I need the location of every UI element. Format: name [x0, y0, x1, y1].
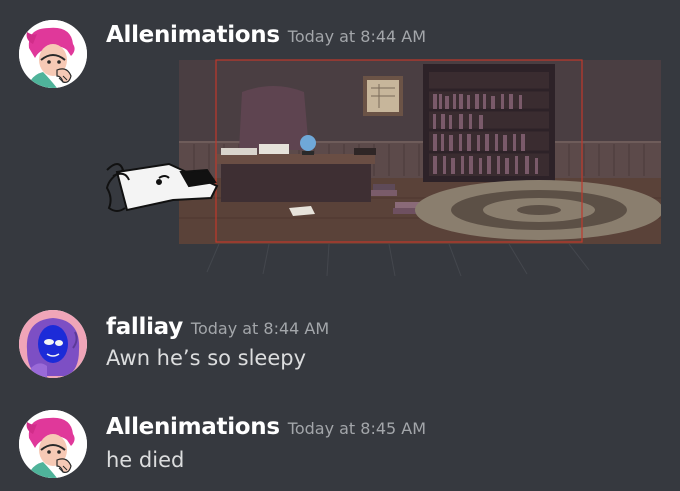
message-header: Allenimations Today at 8:45 AM: [106, 414, 426, 440]
username[interactable]: Allenimations: [106, 414, 280, 440]
user-avatar[interactable]: [19, 20, 87, 88]
username[interactable]: falliay: [106, 314, 183, 340]
message-text: Awn he’s so sleepy: [106, 346, 307, 370]
message-text: he died: [106, 448, 185, 472]
image-attachment[interactable]: [99, 58, 661, 276]
message-header: falliay Today at 8:44 AM: [106, 314, 329, 340]
pink-hair-character-avatar-icon: [19, 410, 87, 478]
username[interactable]: Allenimations: [106, 22, 280, 48]
pink-hair-character-avatar-icon: [19, 20, 87, 88]
blue-face-character-avatar-icon: [19, 310, 87, 378]
timestamp: Today at 8:44 AM: [287, 27, 427, 46]
user-avatar[interactable]: [19, 310, 87, 378]
timestamp: Today at 8:44 AM: [190, 319, 330, 338]
timestamp: Today at 8:45 AM: [287, 419, 427, 438]
message-header: Allenimations Today at 8:44 AM: [106, 22, 426, 48]
office-scene-drawing: [105, 59, 661, 276]
user-avatar[interactable]: [19, 410, 87, 478]
